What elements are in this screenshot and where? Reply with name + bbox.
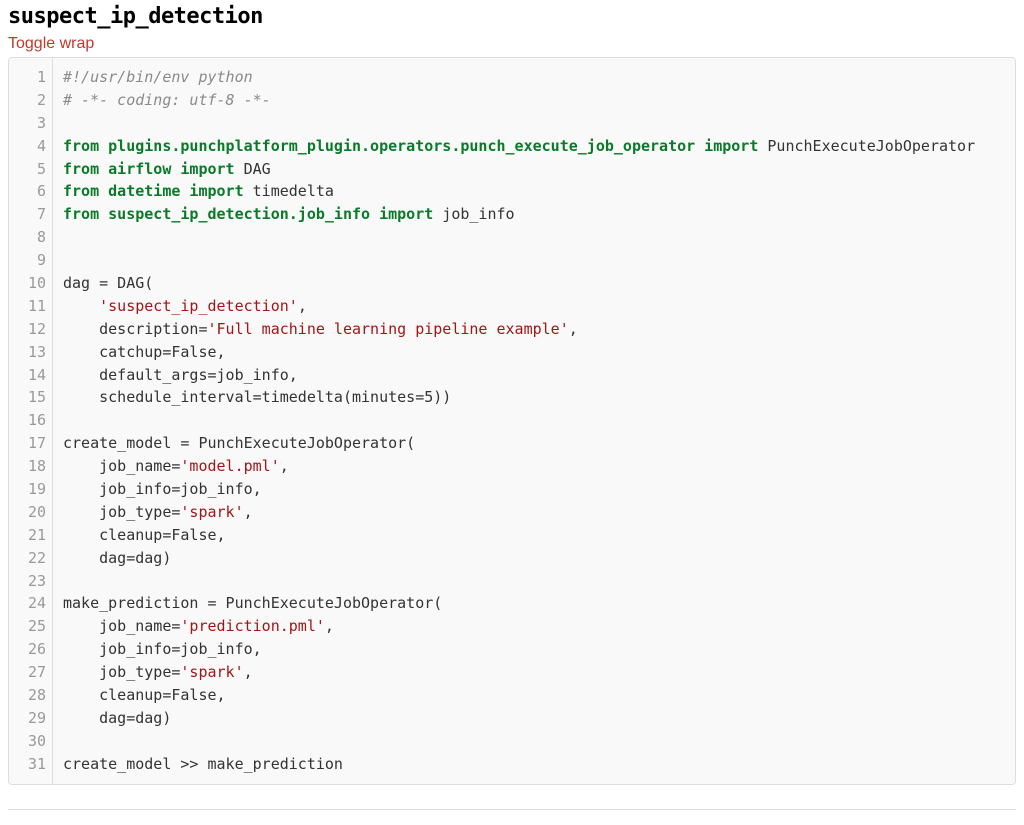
code-line: description='Full machine learning pipel… bbox=[63, 318, 1005, 341]
line-number: 29 bbox=[15, 707, 46, 730]
code-line: dag = DAG( bbox=[63, 272, 1005, 295]
code-line: job_type='spark', bbox=[63, 661, 1005, 684]
code-line bbox=[63, 730, 1005, 753]
code-line: from airflow import DAG bbox=[63, 158, 1005, 181]
line-number-gutter: 1234567891011121314151617181920212223242… bbox=[9, 58, 53, 784]
code-line: job_info=job_info, bbox=[63, 638, 1005, 661]
line-number: 6 bbox=[15, 180, 46, 203]
code-line: job_info=job_info, bbox=[63, 478, 1005, 501]
code-line: catchup=False, bbox=[63, 341, 1005, 364]
line-number: 30 bbox=[15, 730, 46, 753]
toggle-wrap-link[interactable]: Toggle wrap bbox=[8, 35, 94, 53]
code-line: from datetime import timedelta bbox=[63, 180, 1005, 203]
line-number: 16 bbox=[15, 409, 46, 432]
code-line bbox=[63, 409, 1005, 432]
code-container: 1234567891011121314151617181920212223242… bbox=[8, 57, 1016, 785]
line-number: 4 bbox=[15, 135, 46, 158]
line-number: 24 bbox=[15, 592, 46, 615]
line-number: 23 bbox=[15, 570, 46, 593]
line-number: 11 bbox=[15, 295, 46, 318]
line-number: 14 bbox=[15, 364, 46, 387]
line-number: 19 bbox=[15, 478, 46, 501]
code-line: job_name='prediction.pml', bbox=[63, 615, 1005, 638]
code-line: default_args=job_info, bbox=[63, 364, 1005, 387]
code-line: dag=dag) bbox=[63, 707, 1005, 730]
line-number: 10 bbox=[15, 272, 46, 295]
line-number: 13 bbox=[15, 341, 46, 364]
code-line: from plugins.punchplatform_plugin.operat… bbox=[63, 135, 1005, 158]
line-number: 17 bbox=[15, 432, 46, 455]
code-line: cleanup=False, bbox=[63, 684, 1005, 707]
line-number: 21 bbox=[15, 524, 46, 547]
line-number: 5 bbox=[15, 158, 46, 181]
line-number: 25 bbox=[15, 615, 46, 638]
code-area[interactable]: #!/usr/bin/env python# -*- coding: utf-8… bbox=[53, 58, 1015, 784]
code-line: schedule_interval=timedelta(minutes=5)) bbox=[63, 386, 1005, 409]
line-number: 20 bbox=[15, 501, 46, 524]
footer-rule bbox=[8, 809, 1016, 810]
code-line: job_name='model.pml', bbox=[63, 455, 1005, 478]
line-number: 26 bbox=[15, 638, 46, 661]
page-title: suspect_ip_detection bbox=[8, 4, 1016, 29]
line-number: 12 bbox=[15, 318, 46, 341]
line-number: 15 bbox=[15, 386, 46, 409]
line-number: 1 bbox=[15, 66, 46, 89]
line-number: 3 bbox=[15, 112, 46, 135]
code-line: 'suspect_ip_detection', bbox=[63, 295, 1005, 318]
code-line: #!/usr/bin/env python bbox=[63, 66, 1005, 89]
code-line bbox=[63, 570, 1005, 593]
line-number: 28 bbox=[15, 684, 46, 707]
code-line bbox=[63, 112, 1005, 135]
code-line bbox=[63, 249, 1005, 272]
code-line: dag=dag) bbox=[63, 547, 1005, 570]
line-number: 22 bbox=[15, 547, 46, 570]
line-number: 27 bbox=[15, 661, 46, 684]
code-line: create_model = PunchExecuteJobOperator( bbox=[63, 432, 1005, 455]
code-line: from suspect_ip_detection.job_info impor… bbox=[63, 203, 1005, 226]
code-line: job_type='spark', bbox=[63, 501, 1005, 524]
line-number: 7 bbox=[15, 203, 46, 226]
code-line bbox=[63, 226, 1005, 249]
line-number: 18 bbox=[15, 455, 46, 478]
line-number: 8 bbox=[15, 226, 46, 249]
line-number: 9 bbox=[15, 249, 46, 272]
code-line: make_prediction = PunchExecuteJobOperato… bbox=[63, 592, 1005, 615]
code-line: create_model >> make_prediction bbox=[63, 753, 1005, 776]
code-line: # -*- coding: utf-8 -*- bbox=[63, 89, 1005, 112]
code-line: cleanup=False, bbox=[63, 524, 1005, 547]
line-number: 31 bbox=[15, 753, 46, 776]
line-number: 2 bbox=[15, 89, 46, 112]
